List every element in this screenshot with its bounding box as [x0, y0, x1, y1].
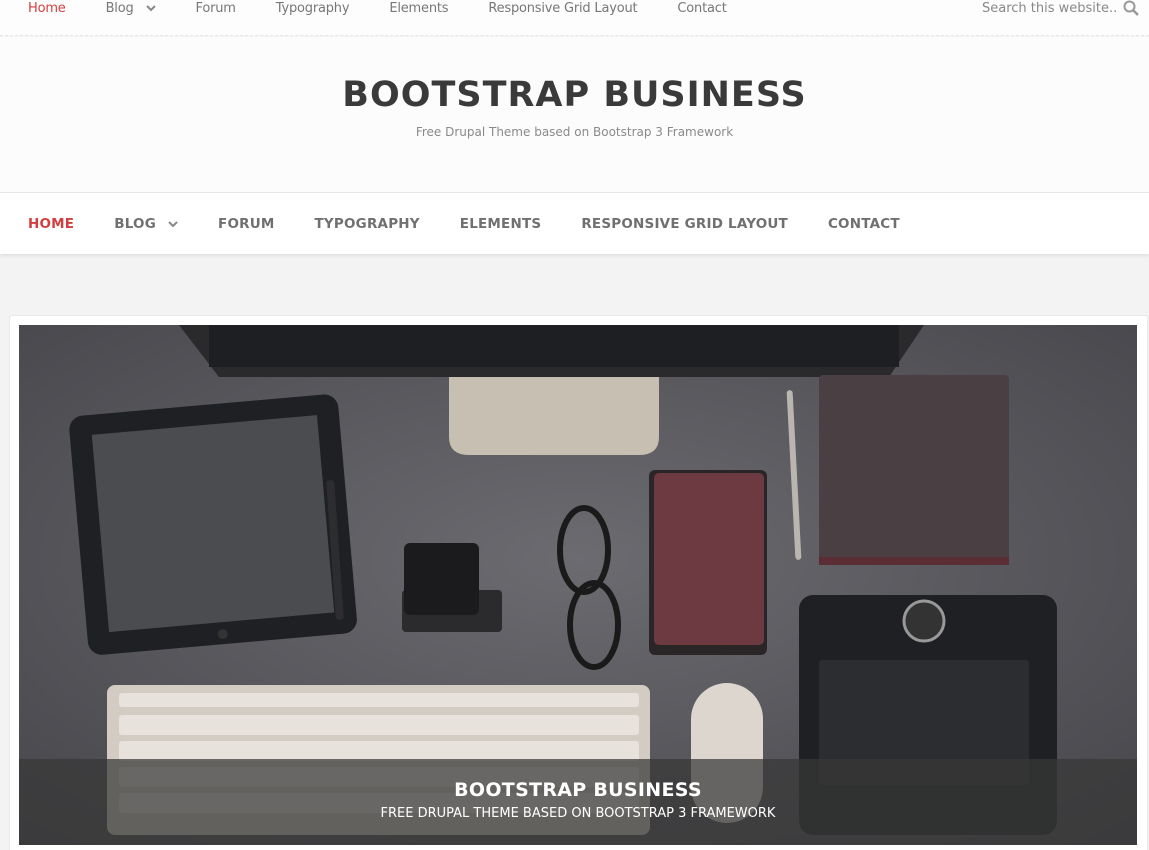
search-box	[982, 0, 1139, 16]
top-nav-elements[interactable]: Elements	[389, 1, 448, 16]
main-nav-home-label: HOME	[28, 216, 75, 232]
top-nav-forum-label: Forum	[195, 0, 236, 16]
slide-caption-subtitle: FREE DRUPAL THEME BASED ON BOOTSTRAP 3 F…	[380, 806, 776, 821]
main-nav-forum[interactable]: FORUM	[218, 216, 275, 232]
main-nav-responsive-grid[interactable]: RESPONSIVE GRID LAYOUT	[581, 216, 788, 232]
main-nav-typography-label: TYPOGRAPHY	[314, 216, 420, 232]
main-nav-blog-label: BLOG	[114, 216, 157, 232]
top-nav-forum[interactable]: Forum	[196, 1, 236, 16]
main-nav-contact[interactable]: CONTACT	[828, 216, 900, 232]
top-nav-blog-label: Blog	[105, 0, 134, 16]
main-nav-typography[interactable]: TYPOGRAPHY	[315, 216, 420, 232]
search-input[interactable]	[982, 0, 1117, 16]
site-name[interactable]: BOOTSTRAP BUSINESS	[0, 75, 1149, 115]
main-nav-home[interactable]: HOME	[28, 216, 74, 232]
top-nav-responsive-grid-label: Responsive Grid Layout	[488, 0, 638, 16]
top-nav-home[interactable]: Home	[28, 1, 66, 16]
main-nav-elements-label: ELEMENTS	[459, 216, 542, 232]
top-nav-contact-label: Contact	[677, 0, 727, 16]
top-nav-responsive-grid[interactable]: Responsive Grid Layout	[488, 1, 637, 16]
slide-caption: BOOTSTRAP BUSINESS FREE DRUPAL THEME BAS…	[19, 759, 1137, 845]
top-nav-blog[interactable]: Blog	[106, 1, 156, 16]
main-nav-elements[interactable]: ELEMENTS	[460, 216, 542, 232]
top-nav-contact[interactable]: Contact	[677, 1, 726, 16]
main-nav-blog[interactable]: BLOG	[114, 216, 178, 232]
chevron-down-icon[interactable]	[145, 3, 156, 13]
search-icon[interactable]	[1123, 0, 1139, 16]
top-nav: Home Blog Forum Typography Elements Resp…	[28, 0, 767, 16]
main-nav-forum-label: FORUM	[218, 216, 275, 232]
top-nav-typography-label: Typography	[275, 0, 350, 16]
chevron-down-icon[interactable]	[168, 219, 178, 229]
top-nav-home-label: Home	[28, 0, 66, 16]
slide-caption-title: BOOTSTRAP BUSINESS	[454, 779, 702, 801]
site-branding: BOOTSTRAP BUSINESS Free Drupal Theme bas…	[0, 37, 1149, 192]
top-bar: Home Blog Forum Typography Elements Resp…	[0, 0, 1149, 36]
site-slogan: Free Drupal Theme based on Bootstrap 3 F…	[415, 125, 734, 139]
top-nav-typography[interactable]: Typography	[276, 1, 350, 16]
main-nav-responsive-grid-label: RESPONSIVE GRID LAYOUT	[581, 216, 788, 232]
main-nav-contact-label: CONTACT	[827, 216, 900, 232]
slideshow[interactable]: BOOTSTRAP BUSINESS FREE DRUPAL THEME BAS…	[19, 325, 1137, 845]
top-nav-elements-label: Elements	[389, 0, 449, 16]
main-nav: HOME BLOG FORUM TYPOGRAPHY ELEMENTS RESP…	[0, 192, 1149, 254]
